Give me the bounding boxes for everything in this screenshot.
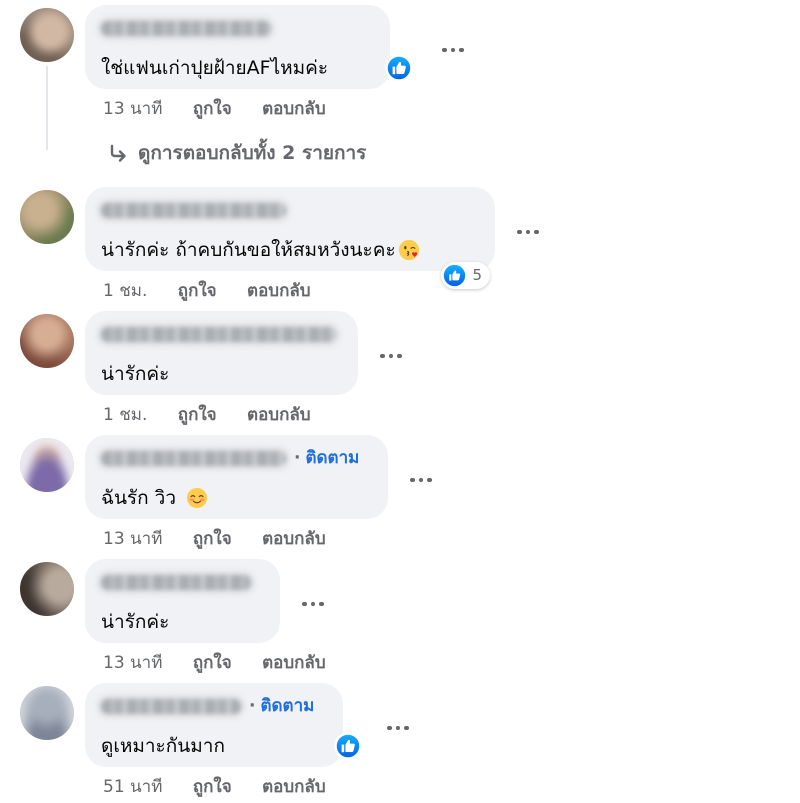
comment: น่ารักค่ะ ถ้าคบกันขอให้สมหวังนะคะ 5 1 ชม… [0, 187, 800, 311]
timestamp[interactable]: 1 ชม. [103, 281, 147, 301]
avatar[interactable] [20, 8, 74, 62]
like-button[interactable]: ถูกใจ [193, 777, 232, 797]
reply-button[interactable]: ตอบกลับ [262, 99, 326, 119]
comment-text: น่ารักค่ะ [101, 363, 170, 385]
like-icon [443, 264, 466, 287]
more-options-icon[interactable] [442, 47, 464, 53]
more-options-icon[interactable] [517, 229, 539, 235]
comment-text: น่ารักค่ะ [101, 611, 170, 633]
comment-text: น่ารักค่ะ ถ้าคบกันขอให้สมหวังนะคะ [101, 235, 477, 265]
more-options-icon[interactable] [380, 353, 402, 359]
comment-thread: ใช่แฟนเก่าปุยฝ้ายAFไหมค่ะ 13 นาที ถูกใจ … [0, 0, 800, 803]
timestamp[interactable]: 13 นาที [103, 653, 162, 673]
comment-actions: 1 ชม. ถูกใจ ตอบกลับ [85, 395, 800, 435]
separator: · [294, 448, 301, 468]
comment-text: ดูเหมาะกันมาก [101, 735, 225, 757]
reply-button[interactable]: ตอบกลับ [247, 405, 311, 425]
comment-actions: 13 นาที ถูกใจ ตอบกลับ [85, 519, 800, 559]
reply-button[interactable]: ตอบกลับ [262, 777, 326, 797]
comment-actions: 13 นาที ถูกใจ ตอบกลับ [85, 89, 800, 129]
reply-arrow-icon [108, 143, 128, 163]
like-button[interactable]: ถูกใจ [178, 281, 217, 301]
reaction-summary[interactable]: 5 [441, 262, 490, 289]
like-button[interactable]: ถูกใจ [193, 653, 232, 673]
comment-text: ใช่แฟนเก่าปุยฝ้ายAFไหมค่ะ [101, 57, 329, 79]
comment: · ติดตาม ฉันรัก วิว 13 นาที ถูกใจ ตอบกลั… [0, 435, 800, 559]
comment: · ติดตาม ดูเหมาะกันมาก 51 นาที ถูกใจ ตอบ… [0, 683, 800, 803]
comment-text: ฉันรัก วิว [101, 483, 370, 513]
comment-bubble: น่ารักค่ะ [85, 311, 358, 395]
comment: ใช่แฟนเก่าปุยฝ้ายAFไหมค่ะ 13 นาที ถูกใจ … [0, 5, 800, 129]
timestamp[interactable]: 13 นาที [103, 99, 162, 119]
like-icon[interactable] [334, 732, 362, 760]
reply-button[interactable]: ตอบกลับ [262, 653, 326, 673]
timestamp[interactable]: 1 ชม. [103, 405, 147, 425]
like-button[interactable]: ถูกใจ [193, 99, 232, 119]
author-name[interactable]: · ติดตาม [101, 445, 370, 471]
author-name[interactable] [101, 197, 477, 223]
comment: น่ารักค่ะ 1 ชม. ถูกใจ ตอบกลับ [0, 311, 800, 435]
author-name[interactable] [101, 321, 340, 347]
comment-bubble: · ติดตาม ฉันรัก วิว [85, 435, 388, 519]
more-options-icon[interactable] [387, 725, 409, 731]
comment: น่ารักค่ะ 13 นาที ถูกใจ ตอบกลับ [0, 559, 800, 683]
view-replies-link[interactable]: ดูการตอบกลับทั้ง 2 รายการ [0, 133, 800, 187]
avatar[interactable] [20, 314, 74, 368]
like-icon[interactable] [385, 54, 413, 82]
more-options-icon[interactable] [302, 601, 324, 607]
avatar[interactable] [20, 686, 74, 740]
comment-bubble: น่ารักค่ะ [85, 559, 280, 643]
follow-button[interactable]: ติดตาม [305, 445, 359, 471]
author-name[interactable]: · ติดตาม [101, 693, 325, 719]
timestamp[interactable]: 13 นาที [103, 529, 162, 549]
like-button[interactable]: ถูกใจ [178, 405, 217, 425]
separator: · [249, 696, 256, 716]
comment-bubble: น่ารักค่ะ ถ้าคบกันขอให้สมหวังนะคะ 5 [85, 187, 495, 289]
view-replies-label[interactable]: ดูการตอบกลับทั้ง 2 รายการ [138, 138, 366, 168]
face-blowing-kiss-icon [398, 239, 420, 261]
avatar[interactable] [20, 562, 74, 616]
avatar[interactable] [20, 438, 74, 492]
like-button[interactable]: ถูกใจ [193, 529, 232, 549]
author-name[interactable] [101, 15, 372, 41]
reply-button[interactable]: ตอบกลับ [247, 281, 311, 301]
avatar[interactable] [20, 190, 74, 244]
follow-button[interactable]: ติดตาม [260, 693, 314, 719]
reaction-count: 5 [472, 266, 482, 284]
comment-actions: 13 นาที ถูกใจ ตอบกลับ [85, 643, 800, 683]
comment-bubble: ใช่แฟนเก่าปุยฝ้ายAFไหมค่ะ [85, 5, 413, 89]
author-name[interactable] [101, 569, 262, 595]
reply-button[interactable]: ตอบกลับ [262, 529, 326, 549]
comment-actions: 51 นาที ถูกใจ ตอบกลับ [85, 767, 800, 803]
timestamp[interactable]: 51 นาที [103, 777, 162, 797]
more-options-icon[interactable] [410, 477, 432, 483]
smiling-face-icon [186, 487, 208, 509]
comment-bubble: · ติดตาม ดูเหมาะกันมาก [85, 683, 362, 767]
